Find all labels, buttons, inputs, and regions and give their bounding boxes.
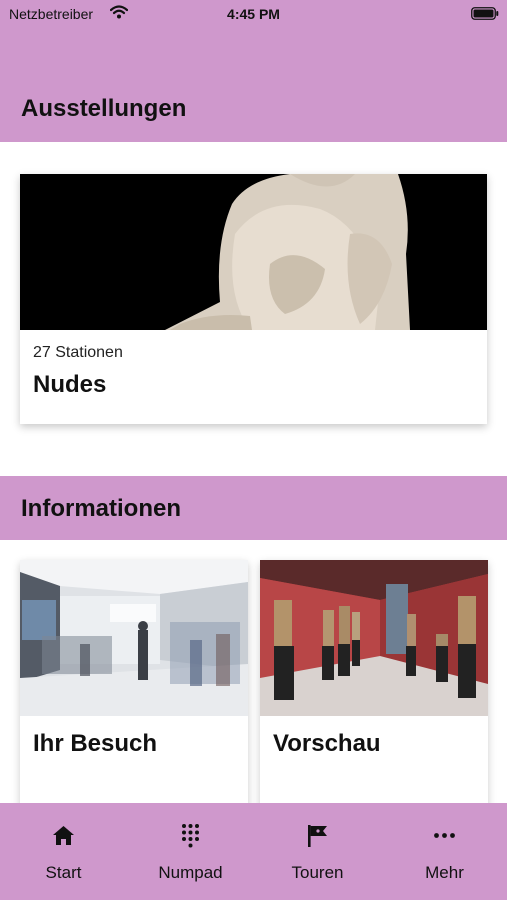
more-icon bbox=[434, 833, 455, 838]
vorschau-image bbox=[260, 560, 488, 716]
exhibition-image bbox=[20, 174, 487, 330]
flag-icon bbox=[308, 825, 327, 847]
info-card-ihr-besuch[interactable]: Ihr Besuch bbox=[20, 560, 248, 820]
status-bar: Netzbetreiber 4:45 PM bbox=[0, 0, 507, 28]
tab-label: Mehr bbox=[425, 863, 464, 882]
page-title: Ausstellungen bbox=[21, 95, 187, 122]
home-icon bbox=[53, 826, 74, 845]
numpad-icon bbox=[182, 824, 199, 848]
tab-touren[interactable]: Touren bbox=[254, 803, 381, 900]
tab-label: Numpad bbox=[158, 863, 223, 882]
info-card-title: Ihr Besuch bbox=[33, 730, 158, 757]
info-card-title: Vorschau bbox=[273, 730, 381, 757]
status-time: 4:45 PM bbox=[227, 6, 280, 22]
ihr-besuch-image bbox=[20, 560, 248, 716]
battery-icon bbox=[471, 7, 499, 20]
section-header-informationen: Informationen bbox=[0, 476, 507, 540]
info-card-vorschau[interactable]: Vorschau bbox=[260, 560, 488, 820]
tab-mehr[interactable]: Mehr bbox=[381, 803, 507, 900]
exhibition-card[interactable]: 27 Stationen Nudes bbox=[20, 174, 487, 424]
exhibition-title: Nudes bbox=[33, 371, 107, 398]
tab-numpad[interactable]: Numpad bbox=[127, 803, 254, 900]
tab-bar: Start Numpad Touren Mehr bbox=[0, 803, 507, 900]
tab-label: Start bbox=[45, 863, 82, 882]
tab-label: Touren bbox=[291, 863, 344, 882]
nav-header: Ausstellungen bbox=[0, 28, 507, 142]
section-title: Informationen bbox=[21, 495, 181, 522]
tab-start[interactable]: Start bbox=[0, 803, 127, 900]
exhibition-stations: 27 Stationen bbox=[33, 344, 123, 361]
